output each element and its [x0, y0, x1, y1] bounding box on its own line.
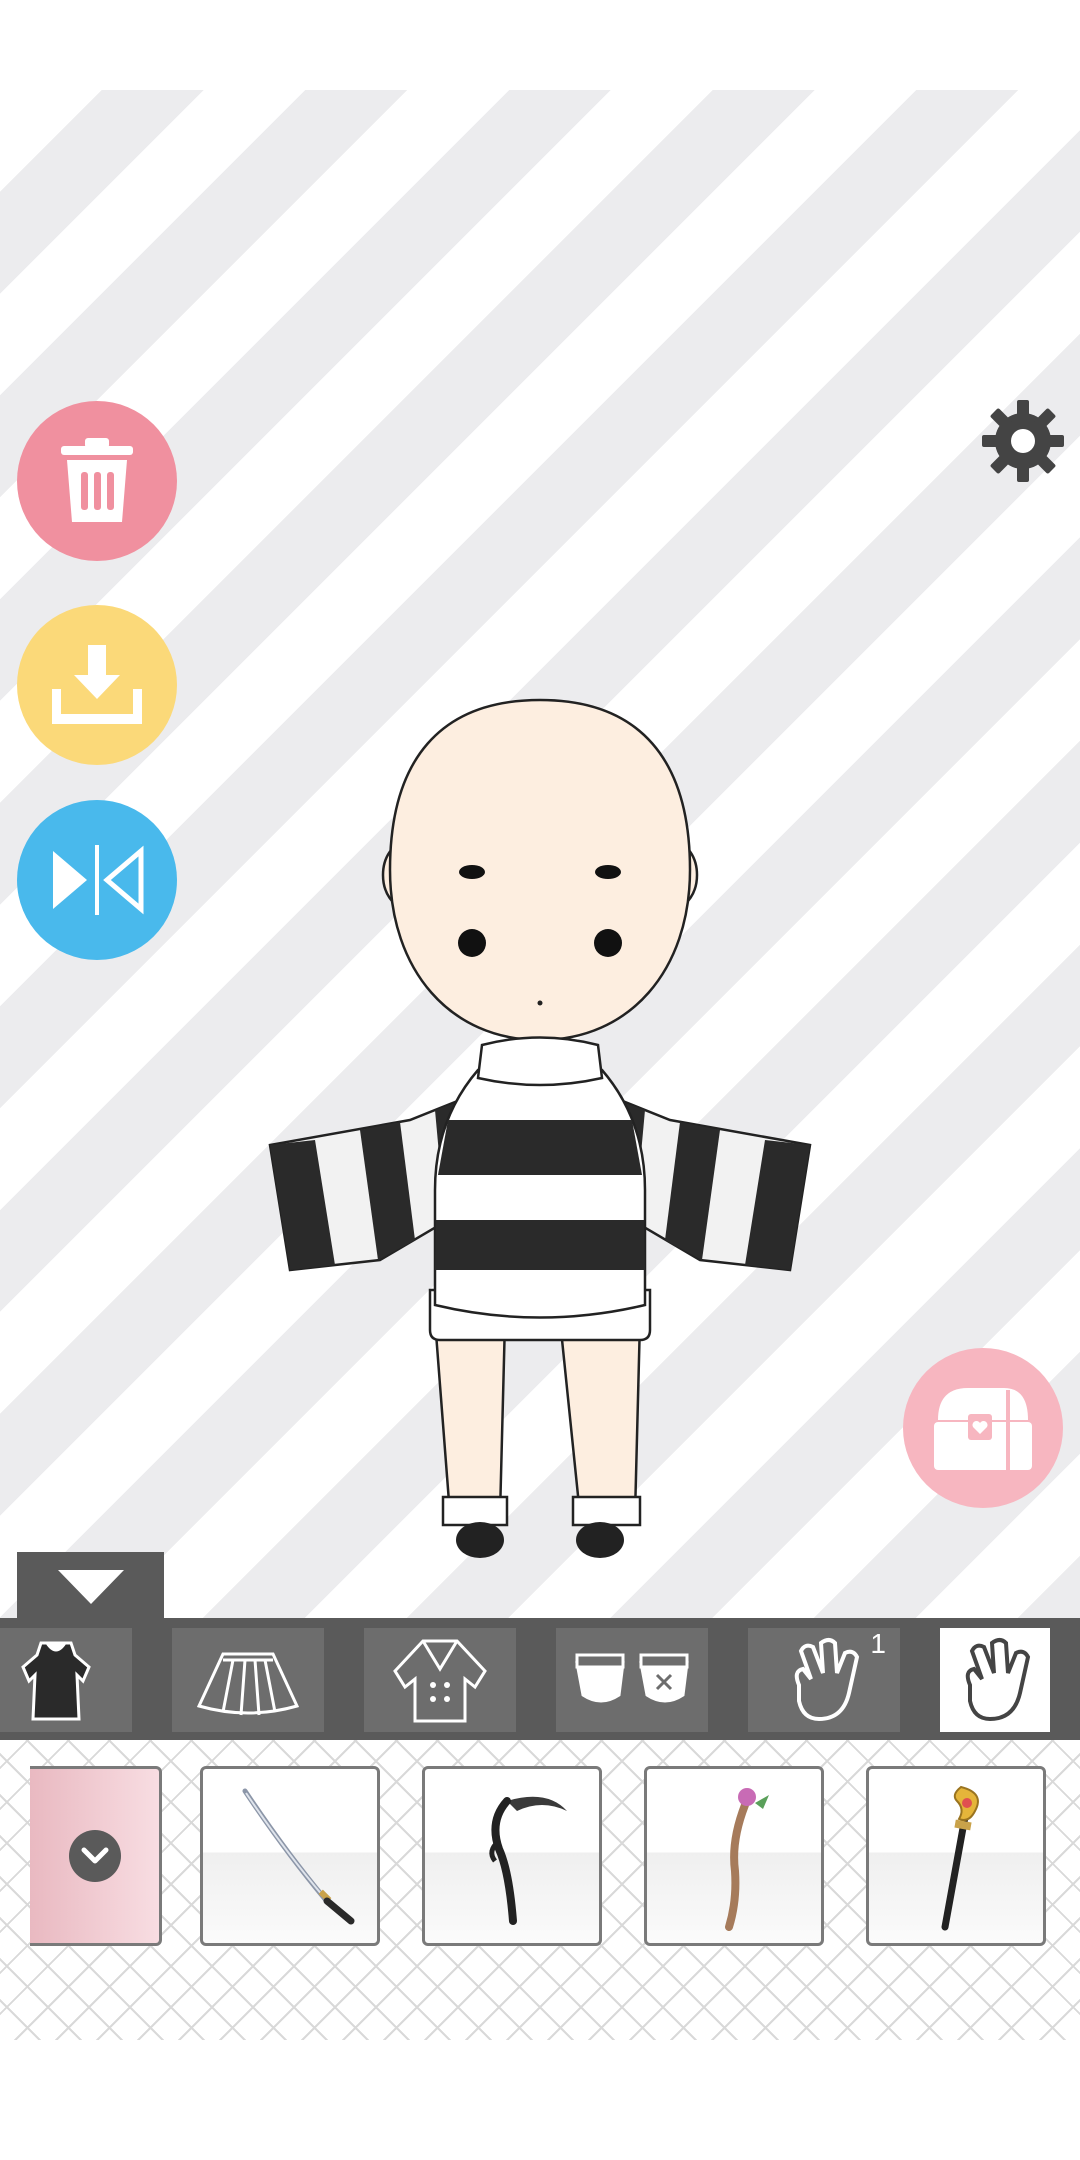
scythe-icon	[489, 1796, 567, 1925]
item-scythe[interactable]	[422, 1766, 602, 1946]
character-stage	[0, 90, 1080, 1620]
download-icon	[52, 645, 142, 724]
character-collar	[476, 1036, 604, 1087]
item-selection-area	[0, 1740, 1080, 2040]
download-button[interactable]	[17, 605, 177, 765]
delete-button[interactable]	[17, 401, 177, 561]
category-tab-coat[interactable]	[364, 1628, 516, 1732]
character-mouth	[537, 1000, 543, 1006]
item-katana[interactable]	[200, 1766, 380, 1946]
category-bar: 1	[0, 1618, 1080, 1740]
category-tab-socks[interactable]	[556, 1628, 708, 1732]
settings-button[interactable]	[980, 398, 1066, 484]
flower-staff-icon	[725, 1788, 769, 1931]
dress-icon	[21, 1641, 91, 1721]
treasure-chest-button[interactable]	[903, 1348, 1063, 1508]
socks-icon	[575, 1653, 689, 1703]
character-right-leg	[558, 1318, 642, 1517]
coat-icon	[393, 1639, 487, 1723]
character-avatar[interactable]	[250, 600, 830, 1580]
category-tab-skirt[interactable]	[172, 1628, 324, 1732]
category-tab-hand-items-active[interactable]	[940, 1628, 1050, 1732]
katana-icon	[242, 1788, 355, 1925]
panel-collapse-button[interactable]	[17, 1552, 164, 1622]
character-right-sock	[571, 1495, 642, 1527]
hand-item-icon	[794, 1638, 860, 1722]
gold-staff-icon	[941, 1785, 979, 1931]
trash-icon	[61, 438, 133, 522]
character-right-brow	[595, 865, 621, 879]
character-left-leg	[433, 1318, 507, 1517]
item-gold-staff[interactable]	[866, 1766, 1046, 1946]
gear-icon	[982, 400, 1064, 482]
character-left-sock	[441, 1495, 509, 1527]
triangle-down-icon	[57, 1570, 124, 1604]
mirror-flip-button[interactable]	[17, 800, 177, 960]
character-head	[388, 698, 692, 1042]
character-right-shoe	[576, 1522, 624, 1558]
character-sweater	[433, 1068, 647, 1319]
hand-item-icon	[965, 1638, 1031, 1722]
item-flower-staff[interactable]	[644, 1766, 824, 1946]
character-right-eye	[594, 929, 622, 957]
character-sweater-stripe	[435, 1220, 645, 1270]
character-left-brow	[459, 865, 485, 879]
category-count-badge: 1	[870, 1628, 886, 1659]
character-left-eye	[458, 929, 486, 957]
check-icon	[68, 1830, 121, 1882]
category-tab-dress[interactable]	[0, 1628, 132, 1732]
item-none-selected[interactable]	[30, 1766, 162, 1946]
category-tab-hand-items[interactable]: 1	[748, 1628, 900, 1732]
mirror-flip-icon	[53, 845, 144, 915]
character-sweater-stripe	[438, 1120, 642, 1175]
treasure-chest-icon	[934, 1388, 1032, 1470]
character-left-shoe	[456, 1522, 504, 1558]
skirt-icon	[196, 1652, 300, 1716]
